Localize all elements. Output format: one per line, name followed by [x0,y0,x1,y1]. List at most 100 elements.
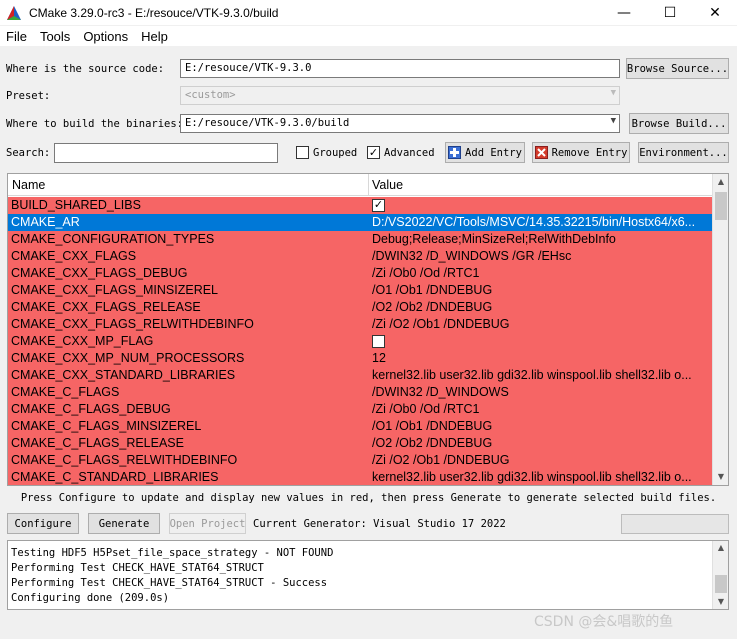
grouped-checkbox[interactable] [296,146,309,159]
log-line: Testing HDF5 H5Pset_file_space_strategy … [11,547,334,559]
menu-options[interactable]: Options [83,26,128,46]
row-value[interactable]: kernel32.lib user32.lib gdi32.lib winspo… [372,470,710,484]
browse-build-button[interactable]: Browse Build... [629,113,729,134]
table-header: Name Value [8,174,713,196]
row-value-checkbox[interactable] [372,335,385,348]
row-value-checkbox[interactable]: ✓ [372,199,385,212]
row-name: CMAKE_C_FLAGS_RELEASE [11,436,184,450]
scrollbar-thumb[interactable] [715,192,727,220]
scrollbar-thumb[interactable] [715,575,727,593]
table-row[interactable]: CMAKE_C_FLAGS/DWIN32 /D_WINDOWS [8,384,713,401]
table-row[interactable]: CMAKE_CXX_FLAGS_RELEASE/O2 /Ob2 /DNDEBUG [8,299,713,316]
log-scrollbar[interactable]: ▲ ▼ [712,541,728,609]
row-value[interactable]: D:/VS2022/VC/Tools/MSVC/14.35.32215/bin/… [372,215,710,229]
menu-bar: File Tools Options Help [0,26,737,46]
window-title: CMake 3.29.0-rc3 - E:/resouce/VTK-9.3.0/… [29,5,279,20]
table-row[interactable]: BUILD_SHARED_LIBS ✓ [8,197,713,214]
column-header-name[interactable]: Name [12,178,45,192]
grouped-label: Grouped [313,147,358,159]
row-name: CMAKE_CXX_MP_FLAG [11,334,154,348]
row-value[interactable]: /Zi /Ob0 /Od /RTC1 [372,402,710,416]
menu-tools[interactable]: Tools [40,26,70,46]
row-name: CMAKE_CXX_FLAGS_MINSIZEREL [11,283,219,297]
browse-source-button[interactable]: Browse Source... [626,58,729,79]
build-path-combobox[interactable]: E:/resouce/VTK-9.3.0/build ▼ [180,114,620,133]
log-lines: Testing HDF5 H5Pset_file_space_strategy … [11,546,333,606]
source-path-input[interactable]: E:/resouce/VTK-9.3.0 [180,59,620,78]
maximize-button[interactable]: ☐ [647,0,693,25]
row-value[interactable]: Debug;Release;MinSizeRel;RelWithDebInfo [372,232,710,246]
output-log[interactable]: Testing HDF5 H5Pset_file_space_strategy … [7,540,729,610]
row-value[interactable]: /DWIN32 /D_WINDOWS /GR /EHsc [372,249,710,263]
row-name: CMAKE_CXX_FLAGS_RELWITHDEBINFO [11,317,254,331]
table-row[interactable]: CMAKE_CXX_FLAGS_RELWITHDEBINFO/Zi /O2 /O… [8,316,713,333]
table-row[interactable]: CMAKE_C_FLAGS_DEBUG/Zi /Ob0 /Od /RTC1 [8,401,713,418]
table-row[interactable]: CMAKE_CXX_STANDARD_LIBRARIES kernel32.lib… [8,367,713,384]
table-row[interactable]: CMAKE_C_STANDARD_LIBRARIES kernel32.lib u… [8,469,713,485]
preset-value: <custom> [185,89,236,101]
environment-button[interactable]: Environment... [638,142,729,163]
table-body: BUILD_SHARED_LIBS ✓ CMAKE_AR D:/VS2022/VC/T… [8,197,713,485]
table-row[interactable]: CMAKE_CXX_FLAGS_DEBUG/Zi /Ob0 /Od /RTC1 [8,265,713,282]
row-value[interactable]: /Zi /O2 /Ob1 /DNDEBUG [372,453,710,467]
plus-icon [448,146,462,159]
source-path-value: E:/resouce/VTK-9.3.0 [185,62,312,74]
scroll-up-icon[interactable]: ▲ [713,174,728,190]
log-line: Performing Test CHECK_HAVE_STAT64_STRUCT [11,562,264,574]
row-value[interactable]: /Zi /O2 /Ob1 /DNDEBUG [372,317,710,331]
preset-combobox[interactable]: <custom> ▼ [180,86,620,105]
table-row[interactable]: CMAKE_C_FLAGS_RELWITHDEBINFO/Zi /O2 /Ob1… [8,452,713,469]
table-row[interactable]: CMAKE_CXX_FLAGS/DWIN32 /D_WINDOWS /GR /E… [8,248,713,265]
row-name: CMAKE_C_FLAGS_RELWITHDEBINFO [11,453,238,467]
row-value[interactable]: /O1 /Ob1 /DNDEBUG [372,283,710,297]
row-value[interactable]: /Zi /Ob0 /Od /RTC1 [372,266,710,280]
remove-entry-button[interactable]: Remove Entry [532,142,630,163]
chevron-down-icon: ▼ [610,88,616,98]
minimize-button[interactable]: — [601,0,647,25]
progress-bar [621,514,729,534]
row-value[interactable]: /O2 /Ob2 /DNDEBUG [372,300,710,314]
table-scrollbar[interactable]: ▲ ▼ [712,174,728,485]
row-name: CMAKE_CXX_MP_NUM_PROCESSORS [11,351,245,365]
table-row[interactable]: CMAKE_C_FLAGS_RELEASE/O2 /Ob2 /DNDEBUG [8,435,713,452]
row-value[interactable]: /DWIN32 /D_WINDOWS [372,385,710,399]
menu-file[interactable]: File [6,26,27,46]
table-row[interactable]: CMAKE_CONFIGURATION_TYPES Debug;Release;M… [8,231,713,248]
row-name: CMAKE_C_FLAGS_DEBUG [11,402,171,416]
row-value[interactable]: kernel32.lib user32.lib gdi32.lib winspo… [372,368,710,382]
configure-button[interactable]: Configure [7,513,79,534]
remove-icon [534,146,548,159]
close-button[interactable]: ✕ [692,0,737,25]
row-name: CMAKE_C_FLAGS [11,385,120,399]
chevron-down-icon: ▼ [610,116,616,126]
scroll-down-icon[interactable]: ▼ [713,469,728,485]
row-name: CMAKE_CXX_FLAGS [11,249,137,263]
advanced-checkbox[interactable]: ✓ [367,146,380,159]
generate-button[interactable]: Generate [88,513,160,534]
row-value[interactable]: 12 [372,351,710,365]
source-label: Where is the source code: [6,63,165,75]
column-header-value[interactable]: Value [372,178,403,192]
scroll-down-icon[interactable]: ▼ [713,595,728,609]
search-label: Search: [6,147,51,159]
row-value[interactable]: /O1 /Ob1 /DNDEBUG [372,419,710,433]
advanced-label: Advanced [384,147,435,159]
row-name: CMAKE_C_STANDARD_LIBRARIES [11,470,219,484]
table-row[interactable]: CMAKE_CXX_MP_NUM_PROCESSORS 12 [8,350,713,367]
search-input[interactable] [54,143,278,163]
add-entry-button[interactable]: Add Entry [445,142,525,163]
row-name: CMAKE_CONFIGURATION_TYPES [11,232,215,246]
table-row[interactable]: CMAKE_AR D:/VS2022/VC/Tools/MSVC/14.35.32… [8,214,713,231]
build-label: Where to build the binaries: [6,118,184,130]
row-value[interactable]: /O2 /Ob2 /DNDEBUG [372,436,710,450]
remove-entry-label: Remove Entry [551,146,628,159]
log-line: Performing Test CHECK_HAVE_STAT64_STRUCT… [11,577,328,589]
table-row[interactable]: CMAKE_C_FLAGS_MINSIZEREL/O1 /Ob1 /DNDEBU… [8,418,713,435]
build-path-value: E:/resouce/VTK-9.3.0/build [185,117,350,129]
scroll-up-icon[interactable]: ▲ [713,541,728,555]
table-row[interactable]: CMAKE_CXX_MP_FLAG [8,333,713,350]
status-info-text: Press Configure to update and display ne… [20,492,717,504]
open-project-button[interactable]: Open Project [169,513,246,534]
table-row[interactable]: CMAKE_CXX_FLAGS_MINSIZEREL/O1 /Ob1 /DNDE… [8,282,713,299]
menu-help[interactable]: Help [141,26,168,46]
